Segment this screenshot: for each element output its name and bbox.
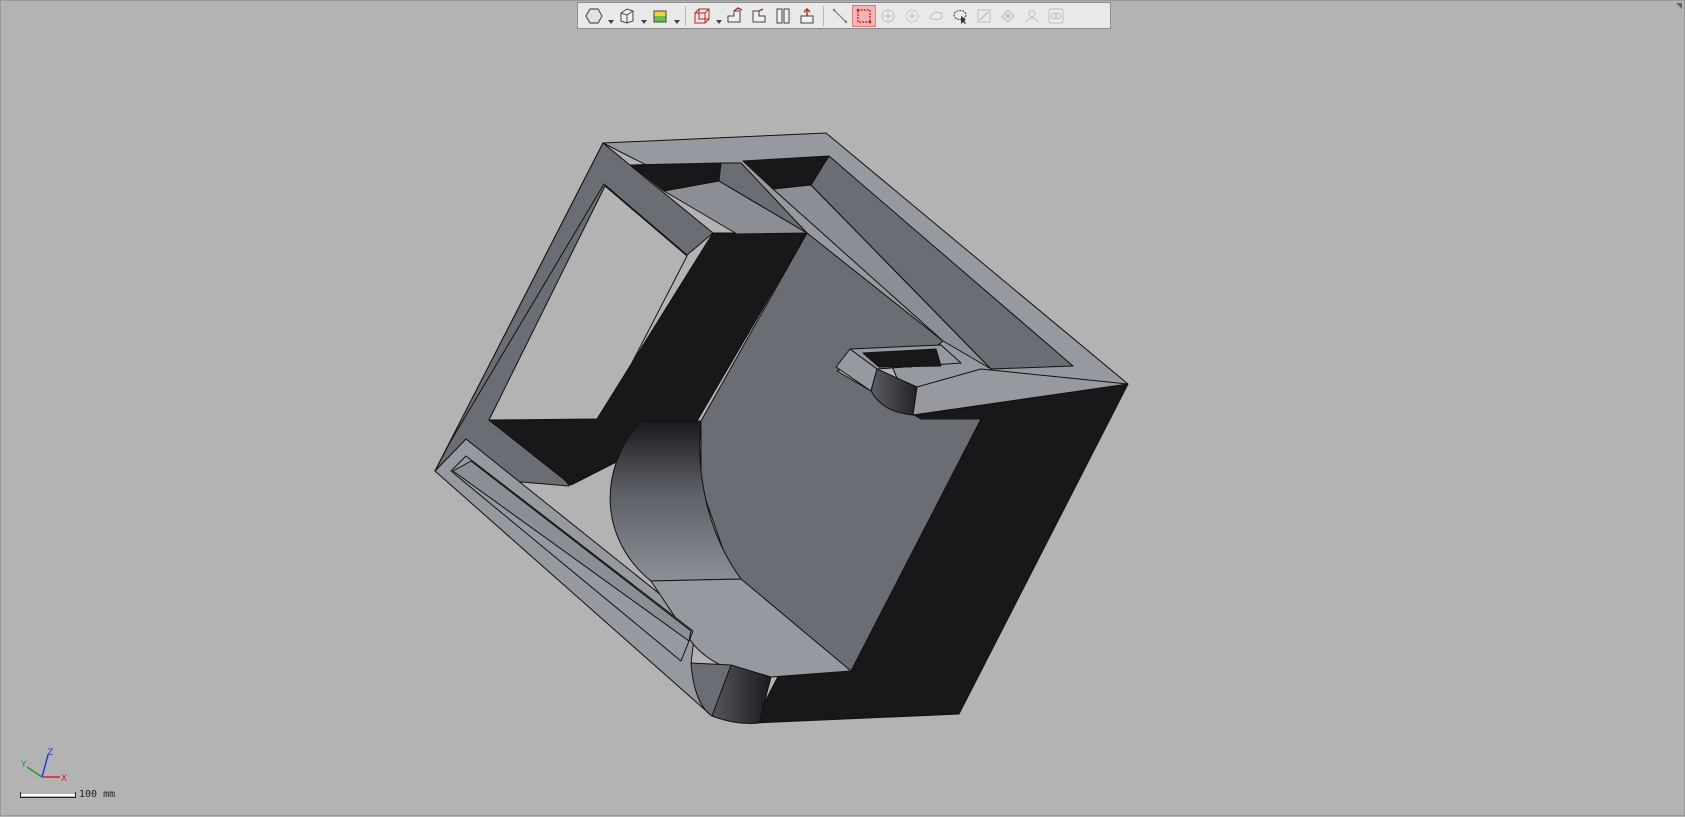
edit-icon — [977, 9, 991, 22]
view-style-icon — [585, 7, 603, 24]
wireframe-dropdown[interactable] — [714, 5, 723, 27]
scale-label: 100 mm — [79, 789, 116, 800]
measure-distance-icon — [832, 8, 848, 23]
lasso-cursor-icon — [953, 9, 967, 24]
markup-button[interactable] — [996, 5, 1020, 27]
scale-bar: 100 mm — [20, 789, 115, 800]
axis-triad: X Y Z — [20, 748, 67, 783]
lasso-select-button[interactable] — [924, 5, 948, 27]
3d-viewport[interactable]: X Y Z 100 mm — [0, 0, 1685, 816]
toolbar-separator — [685, 5, 686, 26]
wireframe-box-button[interactable] — [690, 5, 714, 27]
view-style-dropdown[interactable] — [606, 5, 615, 27]
pan-icon — [1025, 10, 1039, 22]
section-view-alt-icon — [752, 7, 766, 22]
section-view-icon — [727, 6, 743, 22]
chevron-down-icon — [673, 19, 680, 24]
standard-views-icon — [620, 7, 634, 24]
section-view-button[interactable] — [723, 5, 747, 27]
chevron-down-icon — [640, 19, 647, 24]
standard-views-button[interactable] — [615, 5, 639, 27]
explode-icon — [800, 7, 814, 23]
visibility-icon — [1048, 8, 1064, 23]
add-point-button[interactable] — [876, 5, 900, 27]
resize-corner-icon[interactable] — [1676, 3, 1682, 9]
standard-views-dropdown[interactable] — [639, 5, 648, 27]
axis-z-label: Z — [47, 748, 53, 758]
wireframe-box-icon — [694, 8, 710, 23]
shading-dropdown[interactable] — [672, 5, 681, 27]
visibility-button[interactable] — [1044, 5, 1068, 27]
measure-distance-button[interactable] — [828, 5, 852, 27]
view-style-button[interactable] — [582, 5, 606, 27]
axis-y-label: Y — [20, 760, 27, 770]
toolbar-separator — [823, 5, 824, 26]
shading-button[interactable] — [648, 5, 672, 27]
split-view-icon — [776, 8, 790, 23]
scale-line — [20, 791, 76, 798]
add-point-alt-icon — [905, 9, 919, 22]
add-point-alt-button[interactable] — [900, 5, 924, 27]
pan-button[interactable] — [1020, 5, 1044, 27]
box-select-icon — [856, 8, 872, 23]
lasso-select-icon — [929, 11, 943, 20]
markup-icon — [1001, 8, 1015, 23]
split-view-button[interactable] — [771, 5, 795, 27]
explode-button[interactable] — [795, 5, 819, 27]
shading-icon — [653, 10, 667, 22]
lasso-cursor-button[interactable] — [948, 5, 972, 27]
box-select-button[interactable] — [852, 4, 876, 27]
axis-x-label: X — [61, 774, 67, 783]
add-point-icon — [881, 9, 895, 22]
chevron-down-icon — [607, 19, 614, 24]
section-view-alt-button[interactable] — [747, 5, 771, 27]
chevron-down-icon — [715, 19, 722, 24]
3d-model[interactable] — [1, 1, 1685, 817]
edit-button[interactable] — [972, 5, 996, 27]
view-toolbar — [577, 2, 1111, 29]
